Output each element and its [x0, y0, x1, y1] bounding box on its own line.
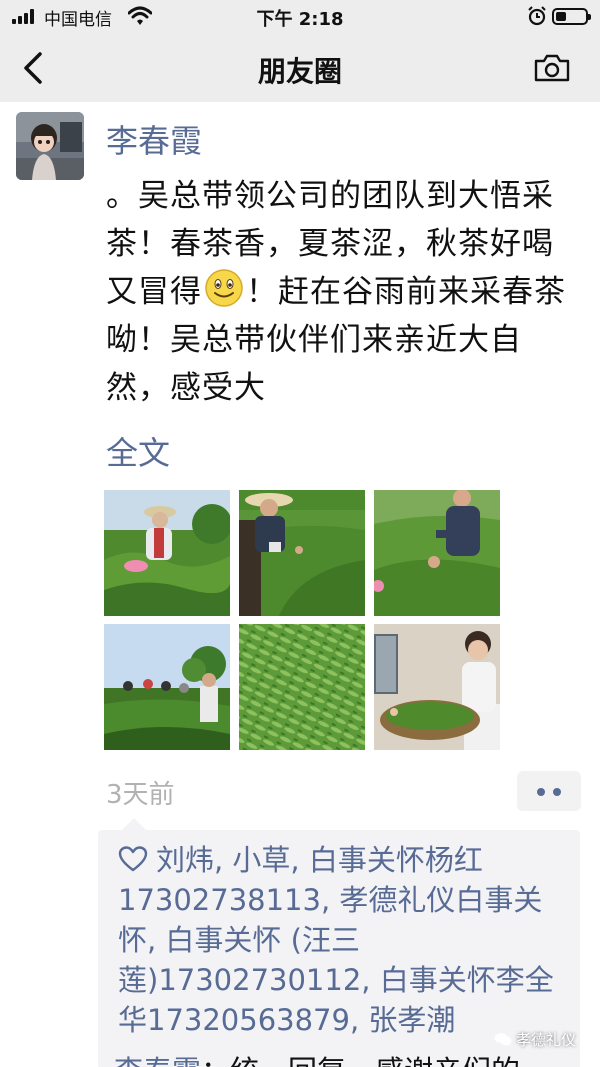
watermark-text: 孝德礼仪	[516, 1031, 577, 1049]
likes-list: 刘炜, 小草, 白事关怀杨红17302738113, 孝德礼仪白事关怀, 白事关…	[118, 840, 578, 1040]
author-name[interactable]: 李春霞	[106, 116, 202, 162]
comment-text: ：统一回复，感谢亲们的	[201, 1054, 520, 1067]
comment-row: 李春霞：统一回复，感谢亲们的	[114, 1048, 520, 1067]
wechat-logo-icon	[494, 1033, 512, 1046]
heart-icon	[118, 846, 148, 872]
post-text: 。吴总带领公司的团队到大悟采茶！春茶香，夏茶涩，秋茶好喝又冒得 ！赶在谷雨前来采…	[106, 172, 576, 412]
photo-3[interactable]	[374, 490, 500, 616]
photo-2[interactable]	[239, 490, 365, 616]
battery-icon	[552, 8, 591, 25]
post-time: 3天前	[106, 780, 175, 810]
battery-level	[556, 12, 566, 21]
status-bar: 中国电信 下午 2:18	[0, 0, 600, 34]
photo-5[interactable]	[239, 624, 365, 750]
photo-grid	[104, 490, 500, 750]
smile-emoji-icon	[205, 269, 243, 307]
alarm-clock-icon	[528, 6, 546, 26]
photo-4[interactable]	[104, 624, 230, 750]
more-dot-icon	[537, 788, 545, 796]
photo-6[interactable]	[374, 624, 500, 750]
comment-author[interactable]: 李春霞	[114, 1054, 201, 1067]
likes-names: 刘炜, 小草, 白事关怀杨红17302738113, 孝德礼仪白事关怀, 白事关…	[118, 843, 554, 1037]
photo-1[interactable]	[104, 490, 230, 616]
more-actions-button[interactable]	[517, 771, 581, 811]
camera-icon[interactable]	[533, 52, 571, 84]
full-text-link[interactable]: 全文	[106, 428, 170, 474]
watermark: 孝德礼仪	[494, 1029, 576, 1050]
author-avatar[interactable]	[16, 112, 84, 180]
page-title: 朋友圈	[257, 55, 342, 88]
navigation-bar: 朋友圈	[0, 34, 600, 102]
clock-time: 下午 2:18	[256, 9, 344, 30]
more-dot-icon	[553, 788, 561, 796]
